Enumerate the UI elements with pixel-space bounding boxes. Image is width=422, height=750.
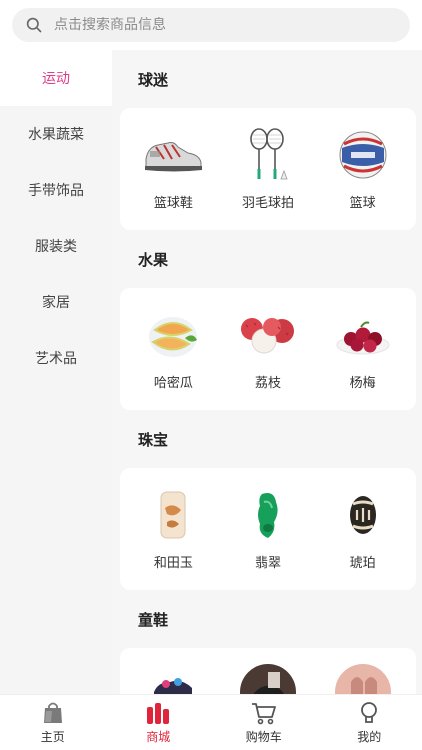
product-item[interactable]: 杨梅 (318, 308, 408, 391)
lychee-icon (235, 308, 301, 362)
section-title: 水果 (138, 250, 169, 269)
sidebar-item-accessories[interactable]: 手带饰品 (0, 162, 112, 218)
jade-pendant-icon (140, 488, 206, 542)
product-label: 和田玉 (153, 555, 193, 571)
product-item[interactable]: 琥珀 (318, 488, 408, 571)
melon-icon (140, 308, 206, 362)
sidebar-item-art[interactable]: 艺术品 (0, 330, 112, 386)
cart-icon (251, 701, 277, 725)
search-bar[interactable] (12, 8, 410, 42)
badminton-racket-icon (235, 127, 301, 182)
sidebar-item-clothing[interactable]: 服装类 (0, 218, 112, 274)
product-label: 翡翠 (254, 555, 281, 571)
section-title: 球迷 (138, 70, 169, 89)
mall-icon (145, 701, 171, 725)
product-card: 哈密瓜 荔枝 杨梅 (120, 288, 416, 410)
search-input[interactable] (54, 17, 374, 33)
product-label: 杨梅 (349, 375, 376, 391)
product-label: 羽毛球拍 (241, 195, 294, 211)
kids-shoe-icon (140, 660, 206, 694)
product-item[interactable]: 哈密瓜 (128, 308, 218, 391)
tab-mall[interactable]: 商城 (106, 695, 212, 750)
product-card: 篮球鞋 羽毛球拍 篮球 (120, 108, 416, 230)
kids-shoe-icon (330, 660, 396, 694)
tab-label: 我的 (357, 729, 382, 744)
bottom-tab-bar: 主页 商城 购物车 我的 (0, 694, 422, 750)
main-area: 运动 水果蔬菜 手带饰品 服装类 家居 艺术品 球迷 篮球鞋 羽毛球拍 篮球 水… (0, 50, 422, 694)
sneaker-icon (140, 128, 206, 182)
bayberry-icon (330, 308, 396, 362)
basketball-icon (330, 128, 396, 182)
product-item[interactable] (318, 660, 408, 694)
search-icon (26, 17, 42, 33)
bag-icon (40, 701, 66, 725)
product-item[interactable]: 和田玉 (128, 488, 218, 571)
amber-icon (330, 488, 396, 542)
section-title: 童鞋 (138, 610, 169, 629)
product-label: 琥珀 (349, 555, 376, 571)
product-label: 篮球 (349, 195, 376, 211)
product-card: 和田玉 翡翠 琥珀 (120, 468, 416, 590)
product-content: 球迷 篮球鞋 羽毛球拍 篮球 水果 哈密瓜 荔枝 杨梅 珠宝 和田玉 翡翠 琥珀… (112, 50, 422, 694)
sidebar-item-sports[interactable]: 运动 (0, 50, 112, 106)
kids-shoe-icon (235, 660, 301, 694)
category-sidebar: 运动 水果蔬菜 手带饰品 服装类 家居 艺术品 (0, 50, 112, 694)
tab-label: 购物车 (245, 729, 282, 744)
sidebar-item-home[interactable]: 家居 (0, 274, 112, 330)
tab-cart[interactable]: 购物车 (211, 695, 317, 750)
tab-label: 商城 (146, 729, 171, 744)
product-card (120, 648, 416, 694)
product-item[interactable]: 羽毛球拍 (223, 127, 313, 211)
emerald-icon (235, 488, 301, 542)
product-item[interactable]: 篮球 (318, 128, 408, 211)
product-item[interactable] (223, 660, 313, 694)
search-header (0, 0, 422, 50)
sidebar-item-fruits-vegetables[interactable]: 水果蔬菜 (0, 106, 112, 162)
tab-label: 主页 (40, 729, 65, 744)
product-label: 荔枝 (254, 375, 281, 391)
product-label: 篮球鞋 (153, 195, 193, 211)
product-item[interactable]: 荔枝 (223, 308, 313, 391)
tab-profile[interactable]: 我的 (317, 695, 422, 750)
user-icon (356, 701, 382, 725)
product-item[interactable]: 篮球鞋 (128, 128, 218, 211)
section-title: 珠宝 (138, 430, 169, 449)
tab-home[interactable]: 主页 (0, 695, 106, 750)
product-item[interactable]: 翡翠 (223, 488, 313, 571)
product-label: 哈密瓜 (153, 375, 193, 391)
product-item[interactable] (128, 660, 218, 694)
